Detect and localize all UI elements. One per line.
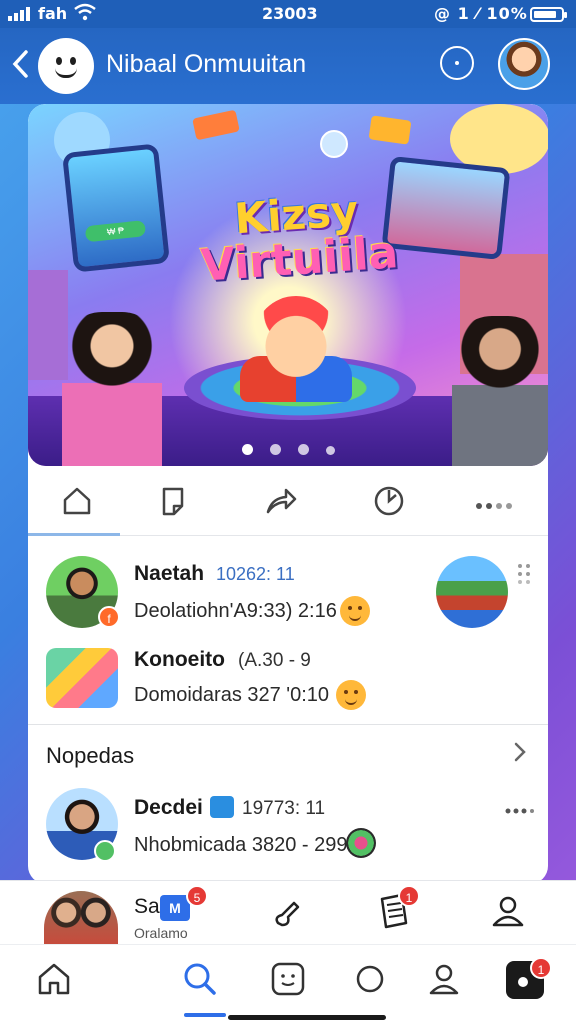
status-badge: f [98, 606, 120, 628]
bottom-tab-bar: 1 [0, 944, 576, 1024]
hero-banner[interactable]: ₩ ₱ Kizsy Virtuiila [28, 104, 548, 466]
tab-messages[interactable] [268, 959, 308, 999]
carousel-dot[interactable] [270, 444, 281, 455]
list-item[interactable]: Konoeito (A.30 - 9 Domoidaras 327 '0:10 [28, 640, 548, 716]
drag-handle-icon[interactable] [516, 562, 532, 586]
clock: 23003 [262, 4, 318, 23]
person-illustration [452, 316, 548, 466]
list-item[interactable]: Decdei 19773: 11 Nhobmicada 3820 - 299 [28, 788, 548, 872]
divider [28, 724, 548, 725]
mascot-character [254, 296, 338, 380]
orb-decoration [320, 130, 348, 158]
carousel-dots[interactable] [242, 442, 352, 455]
tab-profile[interactable] [424, 959, 464, 999]
sign-decoration [368, 115, 412, 145]
app-logo [38, 38, 94, 94]
sticker-icon [346, 828, 376, 858]
app-header: Nibaal Onmuuitan [0, 28, 576, 104]
circle-icon [356, 965, 384, 993]
verified-icon [210, 796, 234, 818]
smiley-icon [340, 596, 370, 626]
banner-title: Kizsy Virtuiila [175, 186, 421, 292]
person-icon[interactable] [488, 891, 528, 931]
tab-circle[interactable] [350, 959, 390, 999]
more-options-icon[interactable] [504, 802, 534, 814]
home-indicator [228, 1015, 386, 1020]
notification-badge: 1 [530, 957, 552, 979]
chevron-right-icon[interactable] [512, 740, 528, 771]
person-icon [429, 964, 459, 995]
item-subtitle: Deolatiohn'A9:33) 2:16 [134, 600, 337, 622]
chevron-left-icon [12, 50, 28, 78]
item-name: Konoeito [134, 648, 225, 671]
list-item[interactable]: f Naetah 10262: 11 Deolatiohn'A9:33) 2:1… [28, 554, 548, 634]
search-icon [184, 963, 216, 995]
tab-search[interactable] [180, 959, 220, 999]
carousel-dot[interactable] [326, 446, 335, 455]
signal-icon [8, 6, 32, 25]
sign-decoration [192, 109, 240, 141]
chat-icon[interactable] [440, 46, 474, 80]
notification-badge: 5 [186, 885, 208, 907]
item-meta: 19773: 11 [242, 798, 326, 819]
avatar [44, 891, 118, 945]
notification-badge: 1 [398, 885, 420, 907]
action-bar-indicator [28, 533, 120, 536]
person-illustration [62, 312, 162, 466]
status-bar: fah 23003 @ 1 ⁄ 10% [0, 0, 576, 28]
bookmark-icon[interactable] [156, 484, 190, 518]
home-icon[interactable] [60, 484, 94, 518]
item-name: Naetah [134, 562, 205, 585]
active-tab-indicator [184, 1013, 226, 1017]
item-subtitle: Domoidaras 327 '0:10 [134, 684, 330, 706]
section-title: Nopedas [46, 743, 135, 768]
tab-home[interactable] [34, 959, 74, 999]
profile-avatar[interactable] [498, 38, 550, 90]
share-icon[interactable] [264, 484, 298, 518]
tablet-illustration: ₩ ₱ [61, 143, 171, 273]
status-badge [94, 840, 116, 862]
battery-icon [530, 7, 567, 22]
content-card: ₩ ₱ Kizsy Virtuiila f Naetah 10262: 11 D… [28, 104, 548, 884]
carrier-label: fah [38, 4, 68, 23]
wifi-icon [74, 3, 96, 25]
action-bar [28, 466, 548, 536]
mini-title: Sa [134, 895, 160, 918]
carousel-dot[interactable] [242, 444, 253, 455]
smile-box-icon [271, 962, 305, 996]
status-indicators: @ 1 ⁄ 10% [434, 4, 528, 23]
page-title: Nibaal Onmuuitan [106, 50, 307, 78]
more-options-icon[interactable] [476, 496, 518, 509]
carousel-dot[interactable] [298, 444, 309, 455]
item-subtitle: Nhobmicada 3820 - 299 [134, 834, 348, 856]
music-note-icon[interactable] [268, 891, 308, 931]
item-name: Decdei [134, 796, 203, 819]
item-meta: 10262: 11 [216, 564, 295, 584]
item-meta: (A.30 - 9 [238, 650, 311, 671]
game-thumbnail [46, 648, 118, 708]
tablet-label: ₩ ₱ [84, 220, 147, 243]
smiley-icon [336, 680, 366, 710]
mini-player[interactable]: Sa M 5 Oralamo 1 [0, 880, 576, 945]
media-thumbnail[interactable] [436, 556, 508, 628]
mini-subtitle: Oralamo [134, 925, 188, 941]
compass-icon[interactable] [372, 484, 406, 518]
home-icon [38, 963, 70, 995]
back-button[interactable] [10, 48, 36, 84]
